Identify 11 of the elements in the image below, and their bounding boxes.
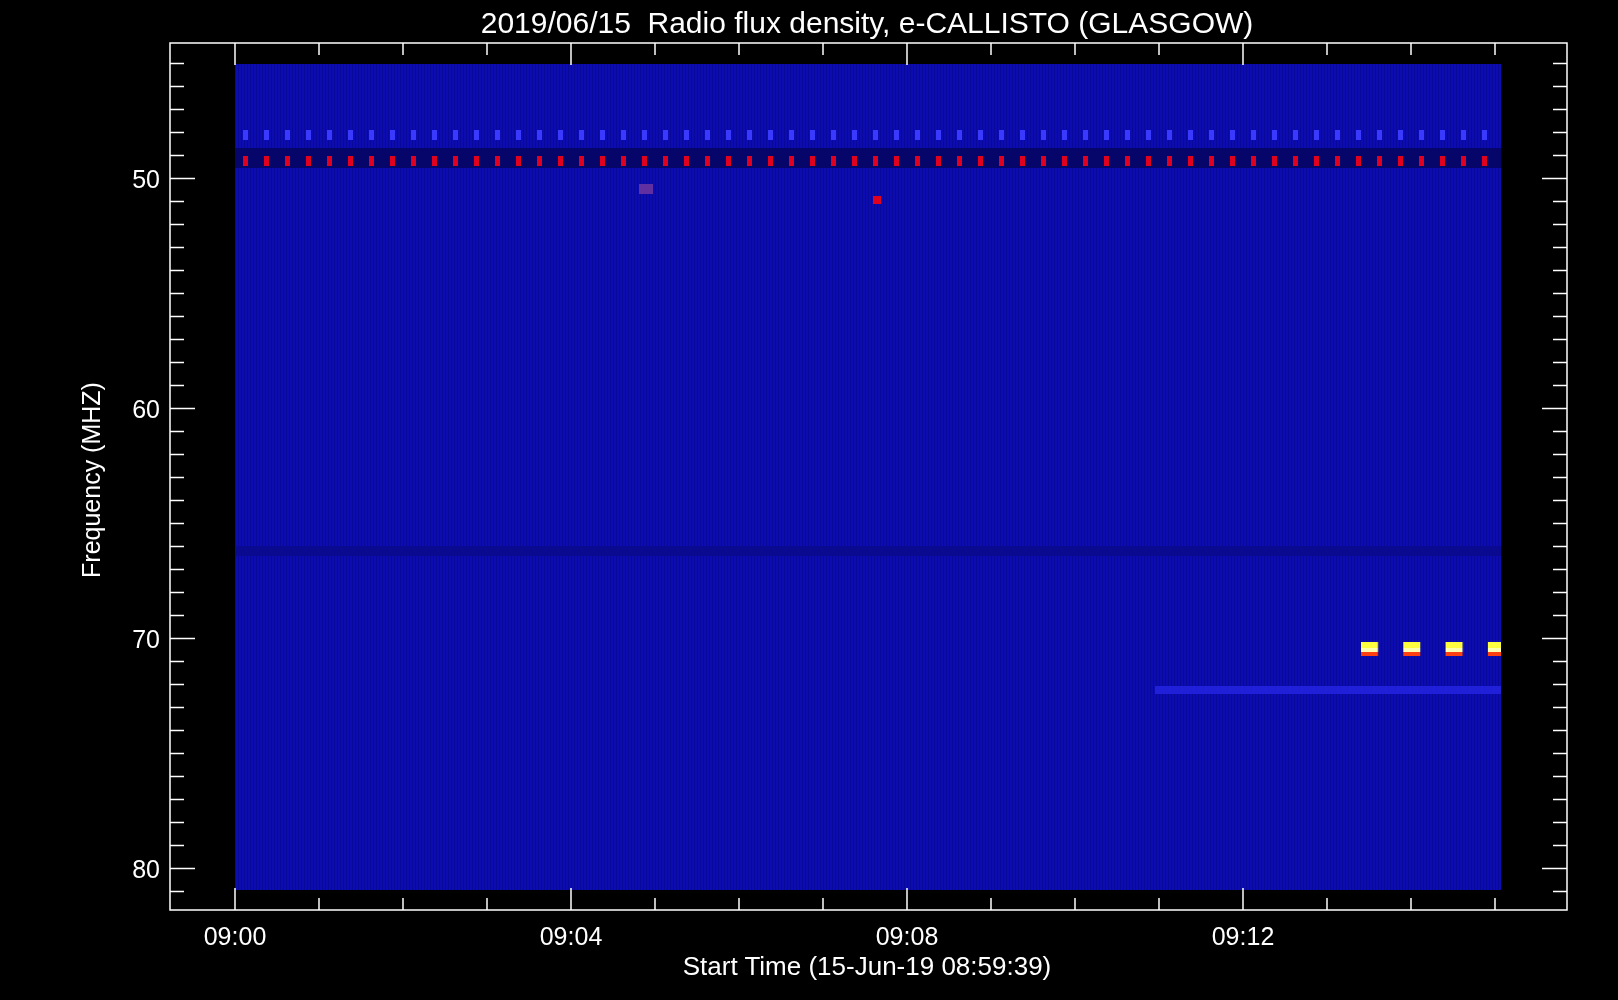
tick-label: 70 <box>132 624 160 653</box>
tick-label: 80 <box>132 854 160 883</box>
plot-title: 2019/06/15 Radio flux density, e-CALLISTO (GLASGOW) <box>480 6 1254 39</box>
tick-label: 09:04 <box>539 922 603 950</box>
tick-label: 60 <box>132 394 160 423</box>
tick-label: 50 <box>132 164 160 193</box>
tick-label: 09:12 <box>1211 922 1275 950</box>
tick-label: 09:00 <box>203 922 267 950</box>
axis-label: Start Time (15-Jun-19 08:59:39) <box>682 951 1052 981</box>
axis-label: Frequency (MHZ) <box>77 382 105 578</box>
tick-label: 09:08 <box>875 922 939 950</box>
